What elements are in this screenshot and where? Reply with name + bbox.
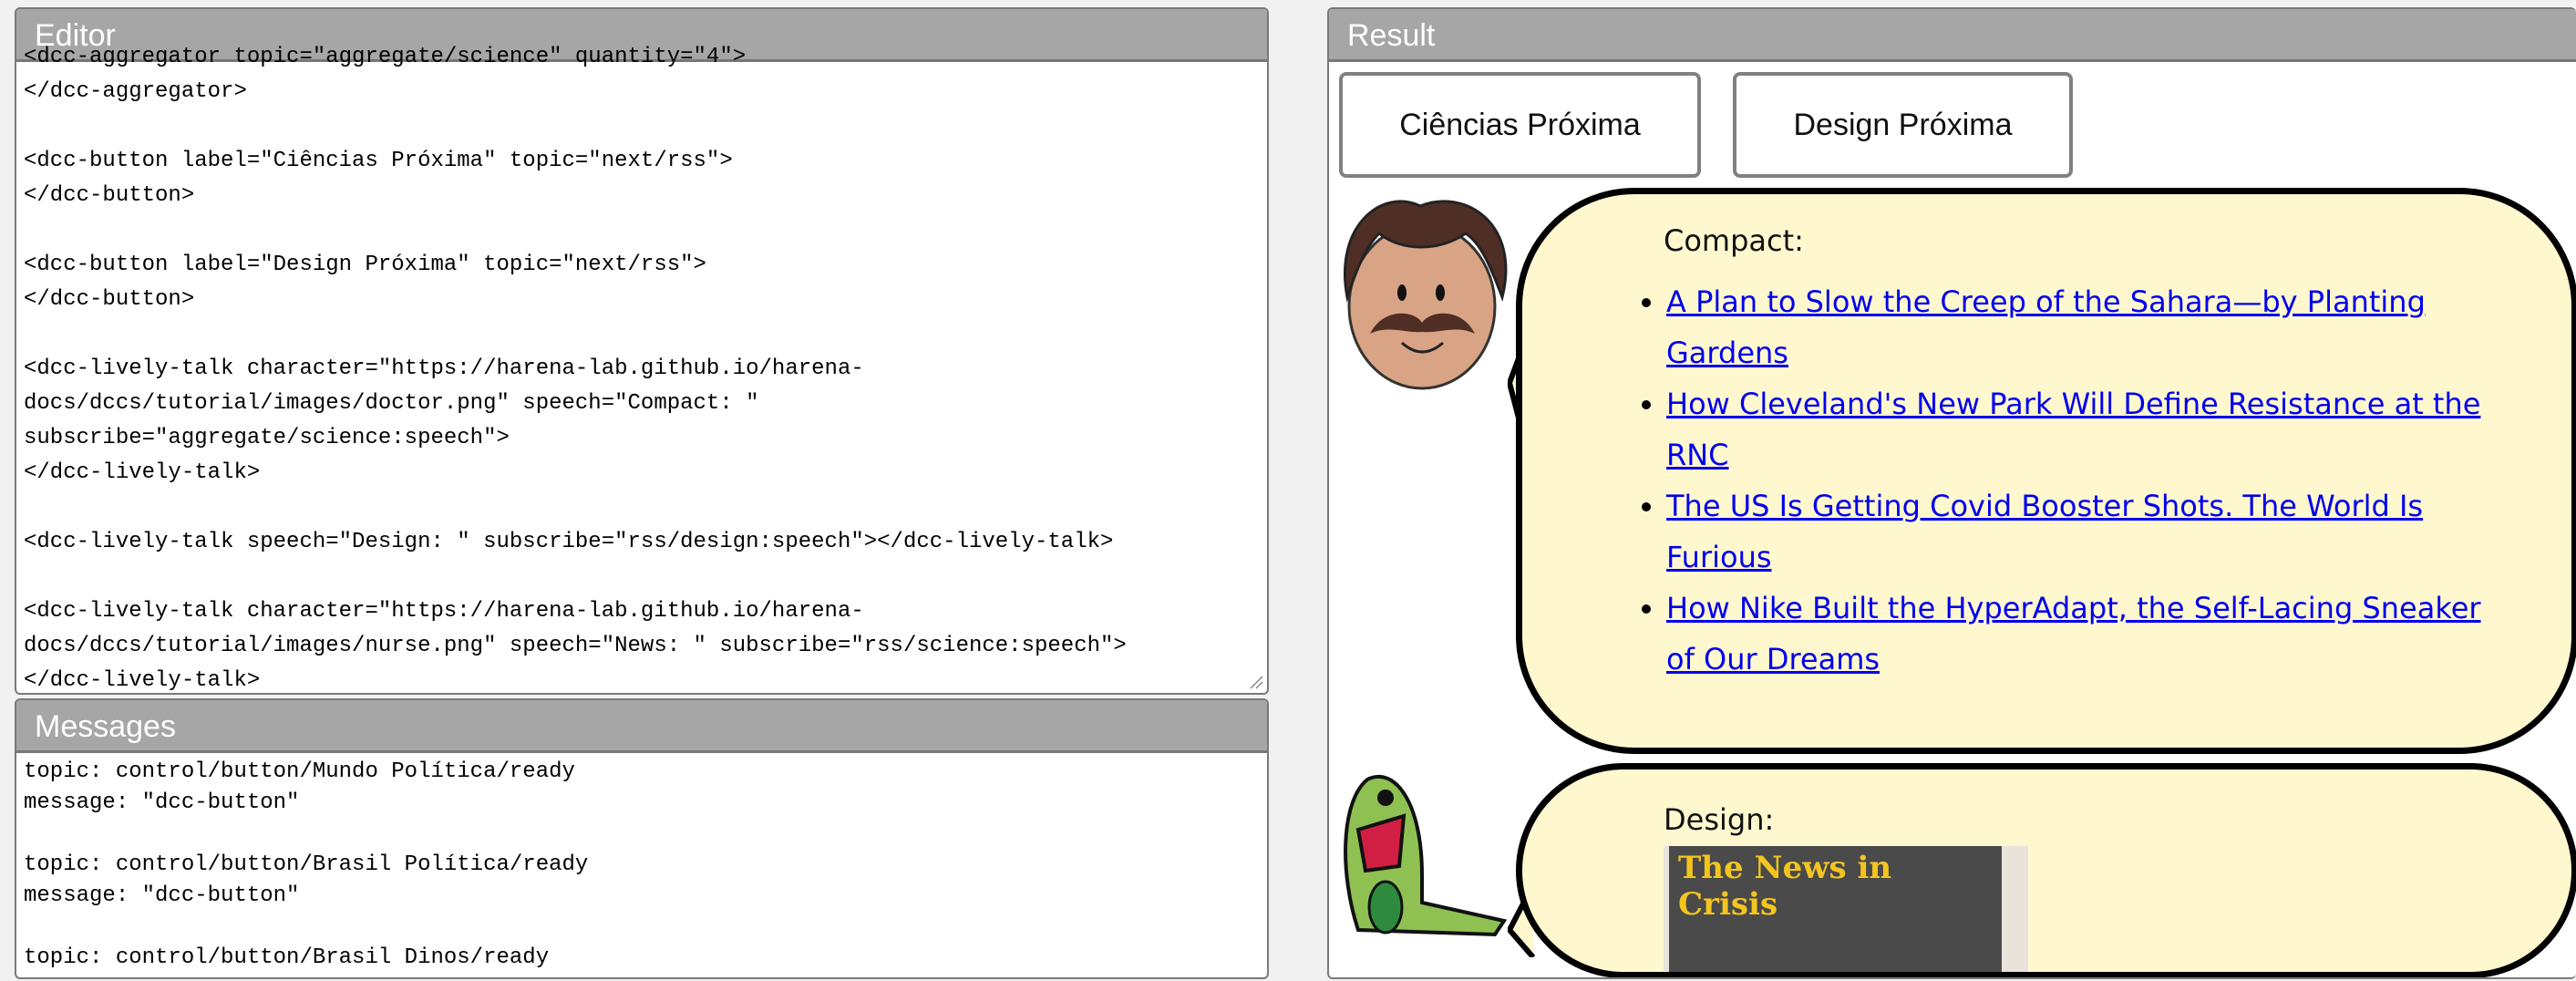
- speech-bubble-compact: Compact: A Plan to Slow the Creep of the…: [1516, 188, 2576, 754]
- code-line: </dcc-lively-talk>: [24, 460, 261, 485]
- code-line: <dcc-aggregator topic="aggregate/science…: [24, 45, 747, 69]
- news-link[interactable]: A Plan to Slow the Creep of the Sahara—b…: [1666, 284, 2426, 370]
- list-item: The US Is Getting Covid Booster Shots. T…: [1666, 480, 2487, 583]
- messages-header: Messages: [16, 700, 1267, 753]
- list-item: How Cleveland's New Park Will Define Res…: [1666, 378, 2487, 480]
- code-line: message: "dcc-button": [24, 883, 300, 908]
- result-panel: Result Ciências Próxima Design Próxima C…: [1327, 7, 2576, 979]
- editor-panel: Editor <dcc-aggregator topic="aggregate/…: [15, 7, 1269, 695]
- magazine-cover-title: The News in Crisis: [1669, 846, 2002, 972]
- editor-textarea[interactable]: <dcc-aggregator topic="aggregate/science…: [16, 40, 1267, 693]
- code-line: </dcc-aggregator>: [24, 79, 247, 104]
- magazine-cover-image: The News in Crisis: [1664, 846, 2028, 972]
- messages-log: topic: control/button/Mundo Política/rea…: [16, 753, 1267, 974]
- result-header: Result: [1329, 9, 2576, 62]
- code-line: <dcc-button label="Design Próxima" topic…: [24, 253, 706, 277]
- code-line: message: "dcc-button": [24, 790, 300, 815]
- list-item: How Nike Built the HyperAdapt, the Self-…: [1666, 583, 2487, 685]
- ciencias-proxima-button[interactable]: Ciências Próxima: [1339, 72, 1701, 178]
- list-item: A Plan to Slow the Creep of the Sahara—b…: [1666, 276, 2487, 378]
- dinosaur-avatar-icon: [1344, 774, 1508, 937]
- code-line: docs/dccs/tutorial/images/nurse.png" spe…: [24, 634, 1127, 658]
- code-line: <dcc-button label="Ciências Próxima" top…: [24, 149, 733, 173]
- resize-handle-icon[interactable]: [1249, 675, 1263, 689]
- news-link[interactable]: How Nike Built the HyperAdapt, the Self-…: [1666, 591, 2481, 676]
- news-link[interactable]: How Cleveland's New Park Will Define Res…: [1666, 387, 2480, 472]
- code-line: subscribe="aggregate/science:speech">: [24, 426, 510, 450]
- code-line: <dcc-lively-talk speech="Design: " subsc…: [24, 530, 1114, 554]
- messages-panel: Messages topic: control/button/Mundo Pol…: [15, 698, 1269, 979]
- code-line: </dcc-button>: [24, 287, 195, 312]
- code-line: topic: control/button/Brasil Política/re…: [24, 852, 589, 877]
- doctor-avatar-icon: [1344, 200, 1508, 390]
- code-line: </dcc-lively-talk>: [24, 668, 261, 693]
- code-line: <dcc-lively-talk character="https://hare…: [24, 599, 864, 624]
- code-line: topic: control/button/Brasil Dinos/ready: [24, 945, 550, 970]
- code-line: docs/dccs/tutorial/images/doctor.png" sp…: [24, 391, 759, 416]
- speech-bubble-design: Design: The News in Crisis: [1516, 763, 2576, 977]
- code-line: <dcc-lively-talk character="https://hare…: [24, 356, 864, 381]
- news-link[interactable]: The US Is Getting Covid Booster Shots. T…: [1666, 489, 2423, 574]
- news-link-list: A Plan to Slow the Creep of the Sahara—b…: [1595, 276, 2487, 685]
- code-line: topic: control/button/Mundo Política/rea…: [24, 759, 575, 784]
- design-proxima-button[interactable]: Design Próxima: [1733, 72, 2073, 178]
- code-line: </dcc-button>: [24, 183, 195, 208]
- speech-label: Compact:: [1664, 223, 1804, 258]
- speech-label: Design:: [1664, 802, 1775, 837]
